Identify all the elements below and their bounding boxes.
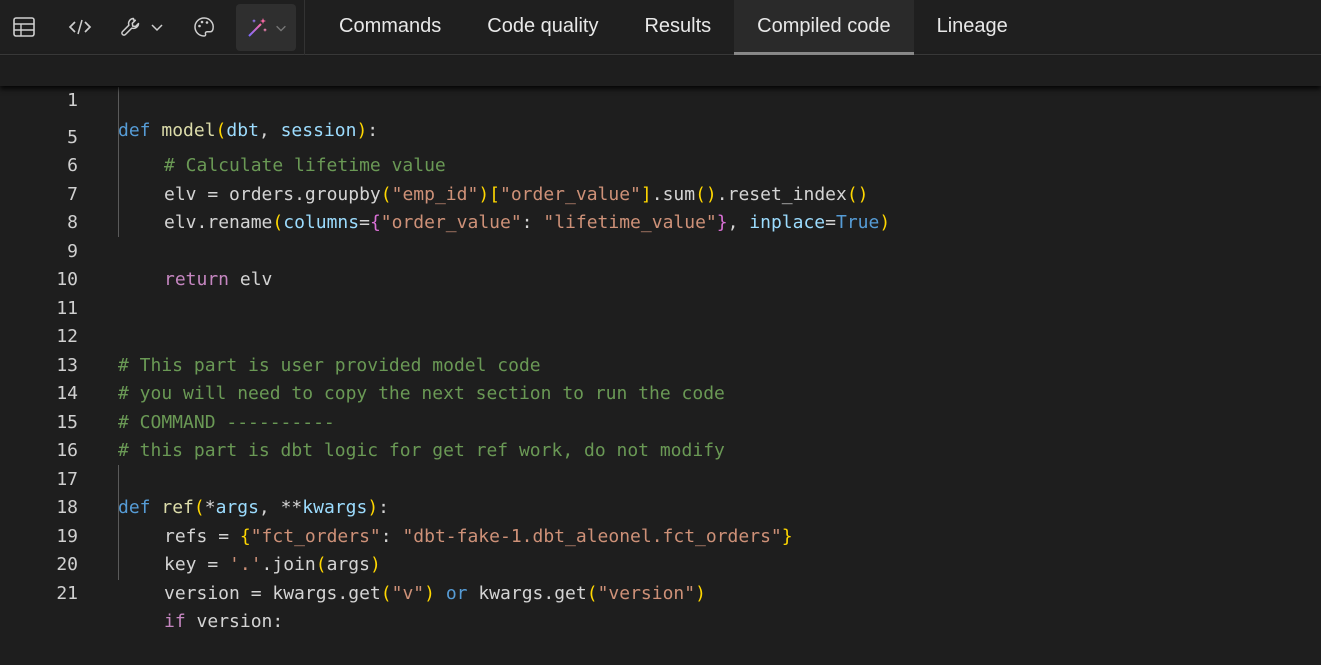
code-line: 10	[0, 238, 1321, 290]
tools-dropdown-button[interactable]	[114, 10, 170, 44]
ai-assist-dropdown-button[interactable]	[236, 4, 296, 51]
tab-code-quality[interactable]: Code quality	[464, 0, 621, 55]
palette-icon	[194, 17, 214, 37]
code-line: 8	[0, 181, 1321, 233]
code-line: 12 # This part is user provided model co…	[0, 295, 1321, 376]
code-line: 17 def ref(*args, **kwargs):	[0, 437, 1321, 519]
code-line: 21 if version:	[0, 551, 1321, 633]
code-text: if version:	[164, 611, 284, 632]
code-line: 13 # you will need to copy the next sect…	[0, 323, 1321, 405]
theme-button[interactable]	[188, 10, 220, 44]
table-icon	[13, 17, 35, 37]
line-number: 1	[67, 90, 78, 111]
code-line: 15 # this part is dbt logic for get ref …	[0, 380, 1321, 462]
magic-wand-icon	[247, 17, 267, 37]
code-line: 16	[0, 409, 1321, 461]
code-line: 11	[0, 266, 1321, 319]
tab-results[interactable]: Results	[621, 0, 734, 55]
table-view-button[interactable]	[8, 10, 40, 44]
tab-compiled-code[interactable]: Compiled code	[734, 0, 914, 55]
code-line: 9 return elv	[0, 209, 1321, 291]
code-text: def model(dbt, session):	[118, 120, 379, 141]
code-editor[interactable]: 5 # Calculate lifetime value 6 elv = ord…	[0, 87, 1321, 633]
chevron-down-icon	[151, 24, 163, 32]
function-name: model	[161, 120, 216, 141]
code-line: 20 version = kwargs.get("v") or kwargs.g…	[0, 523, 1321, 604]
result-tabs: Commands Code quality Results Compiled c…	[305, 0, 1031, 55]
tab-lineage[interactable]: Lineage	[914, 0, 1031, 55]
wrench-icon	[121, 17, 140, 36]
code-line: 7 elv.rename(columns={"order_value": "li…	[0, 152, 1321, 234]
tab-commands[interactable]: Commands	[305, 0, 464, 55]
code-icon	[68, 19, 92, 35]
sticky-scroll-header[interactable]: 1 def model(dbt, session):	[0, 56, 1321, 141]
code-text: version = kwargs.get("v") or kwargs.get(…	[164, 582, 706, 604]
code-line: 18 refs = {"fct_orders": "dbt-fake-1.dbt…	[0, 466, 1321, 547]
chevron-down-icon	[275, 25, 286, 32]
code-line: 1 def model(dbt, session):	[0, 56, 1321, 141]
code-view-button[interactable]	[64, 10, 96, 44]
param: session	[280, 120, 357, 141]
code-line: 14 # COMMAND ----------	[0, 352, 1321, 433]
line-number: 21	[56, 582, 78, 604]
editor-toolbar: Commands Code quality Results Compiled c…	[0, 0, 1321, 55]
code-line: 19 key = '.'.join(args)	[0, 494, 1321, 576]
param: dbt	[226, 120, 259, 141]
keyword: def	[118, 120, 151, 141]
